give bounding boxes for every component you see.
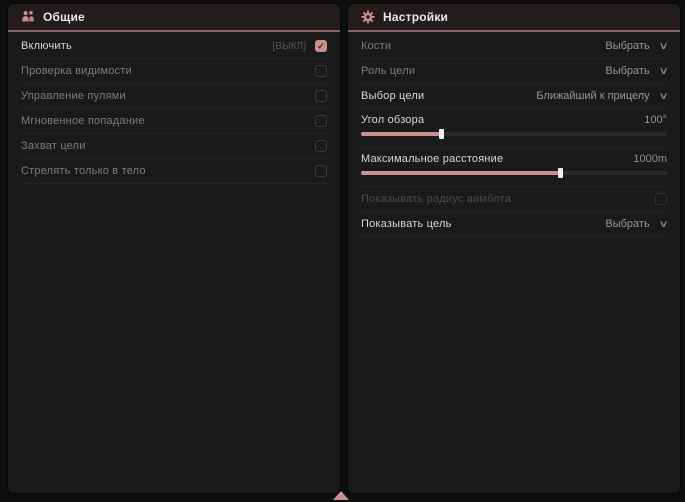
setting-row-checkbox: Захват цели [21,134,327,159]
setting-label: Угол обзора [361,114,644,126]
setting-row-checkbox: Мгновенное попадание [21,109,327,134]
dropdown[interactable]: Выбрать ∨ [605,40,667,52]
checkbox[interactable] [315,115,327,127]
checkbox[interactable] [315,90,327,102]
checkbox[interactable] [315,140,327,152]
checkbox[interactable]: ✓ [315,40,327,52]
setting-label: Включить [21,40,273,52]
chevron-down-icon: ∨ [658,219,668,230]
dropdown[interactable]: Ближайший к прицелу ∨ [536,90,667,102]
keybind-hint: [ВЫКЛ] [273,41,306,52]
setting-row-checkbox: Показывать радиус аимбота [361,187,667,212]
general-rows: Включить[ВЫКЛ] ✓ Проверка видимости Управле… [8,32,340,184]
setting-label: Роль цели [361,65,605,77]
dropdown-value: Выбрать [605,40,649,52]
setting-row-checkbox: Стрелять только в тело [21,159,327,184]
slider-value: 1000m [633,153,667,165]
checkbox[interactable] [655,193,667,205]
chevron-down-icon: ∨ [658,66,668,77]
setting-label: Показывать радиус аимбота [361,193,655,205]
setting-row-dropdown: КостиВыбрать ∨ [361,34,667,59]
setting-label: Захват цели [21,140,315,152]
dropdown[interactable]: Выбрать ∨ [605,218,667,230]
setting-label: Максимальное расстояние [361,153,633,165]
people-icon [21,10,35,24]
setting-row-checkbox: Управление пулями [21,84,327,109]
setting-row-slider: Угол обзора100° [361,109,667,148]
dropdown-value: Выбрать [605,218,649,230]
gear-icon [361,10,375,24]
general-panel-header: Общие [8,4,340,32]
chevron-down-icon: ∨ [658,91,668,102]
checkbox[interactable] [315,65,327,77]
slider-thumb[interactable] [558,168,563,178]
slider-value: 100° [644,114,667,126]
setting-label: Стрелять только в тело [21,165,315,177]
setting-label: Мгновенное попадание [21,115,315,127]
setting-row-dropdown: Показывать цельВыбрать ∨ [361,212,667,237]
setting-row-dropdown: Выбор целиБлижайший к прицелу ∨ [361,84,667,109]
setting-row-checkbox: Включить[ВЫКЛ] ✓ [21,34,327,59]
setting-label: Кости [361,40,605,52]
panel-title: Настройки [383,10,448,24]
slider[interactable] [361,171,667,175]
settings-rows: КостиВыбрать∨Роль целиВыбрать∨Выбор цели… [348,32,680,237]
setting-row-checkbox: Проверка видимости [21,59,327,84]
setting-label: Показывать цель [361,218,605,230]
setting-label: Проверка видимости [21,65,315,77]
checkbox[interactable] [315,165,327,177]
setting-label: Управление пулями [21,90,315,102]
setting-row-slider: Максимальное расстояние1000m [361,148,667,187]
settings-panel: Настройки КостиВыбрать∨Роль целиВыбрать∨… [348,4,680,493]
slider-fill [361,132,441,136]
setting-row-dropdown: Роль целиВыбрать ∨ [361,59,667,84]
dropdown[interactable]: Выбрать ∨ [605,65,667,77]
panel-title: Общие [43,10,85,24]
slider-fill [361,171,560,175]
general-panel: Общие Включить[ВЫКЛ] ✓ Проверка видимости У… [8,4,340,493]
dropdown-value: Ближайший к прицелу [536,90,649,102]
settings-panel-header: Настройки [348,4,680,32]
chevron-down-icon: ∨ [658,41,668,52]
slider[interactable] [361,132,667,136]
slider-thumb[interactable] [439,129,444,139]
setting-label: Выбор цели [361,90,536,102]
dropdown-value: Выбрать [605,65,649,77]
scroll-up-indicator[interactable] [333,491,349,500]
